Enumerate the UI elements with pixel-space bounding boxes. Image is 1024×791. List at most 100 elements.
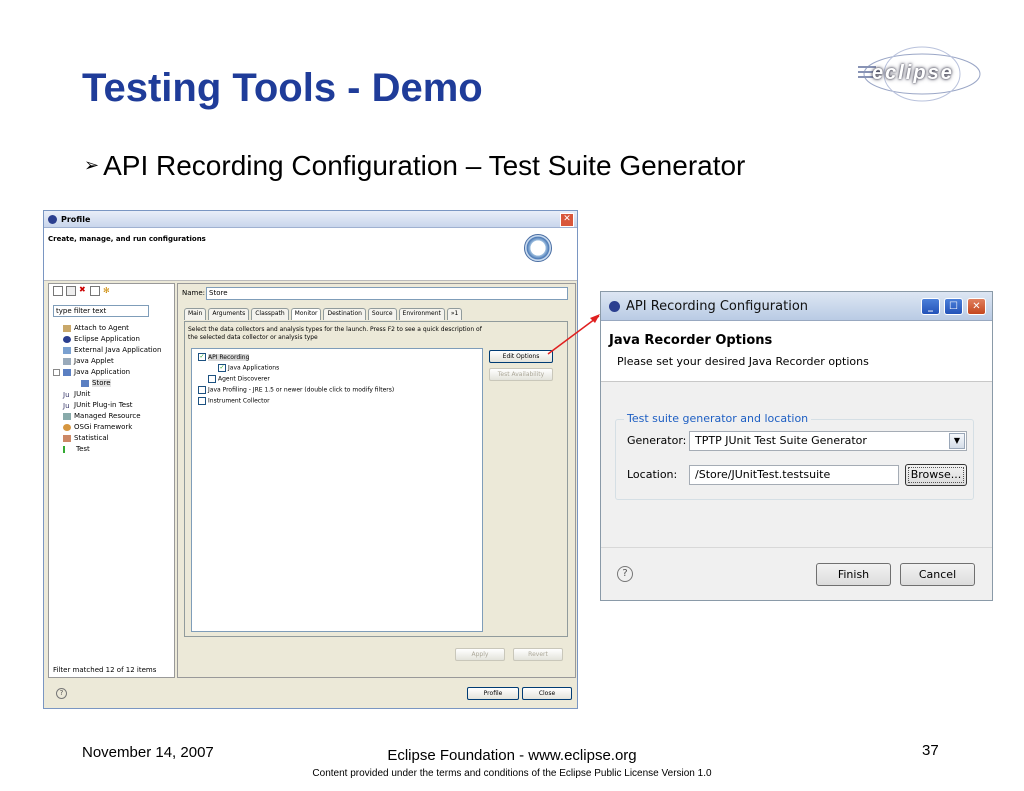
minimize-icon[interactable]: _	[921, 298, 940, 315]
maximize-icon[interactable]: ☐	[944, 298, 963, 315]
tab-overflow[interactable]: »1	[446, 308, 463, 320]
filter-icon[interactable]: ✻	[103, 286, 111, 295]
checkbox-checked[interactable]: ✓	[198, 353, 206, 361]
eclipse-icon	[609, 300, 620, 312]
agent-icon	[63, 324, 71, 332]
stopwatch-icon	[524, 234, 552, 262]
managed-resource-icon	[63, 412, 71, 420]
slide-title: Testing Tools - Demo	[82, 66, 483, 110]
collapse-all-icon[interactable]	[90, 286, 100, 296]
connector-arrowhead	[590, 314, 600, 323]
tab-environment[interactable]: Environment	[398, 308, 445, 320]
profile-dialog: Profile ✕ Create, manage, and run config…	[43, 210, 578, 709]
external-app-icon	[63, 346, 71, 354]
edit-options-button[interactable]: Edit Options	[489, 350, 553, 363]
api-header: Java Recorder Options Please set your de…	[601, 321, 992, 382]
name-input[interactable]: Store	[206, 287, 568, 300]
tree-item[interactable]: Test	[63, 445, 90, 453]
recorder-options-title: Java Recorder Options	[609, 333, 773, 348]
close-icon[interactable]: ✕	[560, 213, 574, 227]
tab-arguments[interactable]: Arguments	[208, 308, 250, 320]
close-icon[interactable]: ✕	[967, 298, 986, 315]
tab-monitor[interactable]: Monitor	[290, 308, 322, 320]
help-icon[interactable]: ?	[56, 688, 67, 699]
generator-group: Test suite generator and location Genera…	[615, 412, 974, 500]
eclipse-logo: eclipse	[856, 40, 986, 110]
analysis-tree: ✓ API Recording ✓ Java Applications Agent …	[191, 348, 483, 632]
profile-header: Create, manage, and run configurations	[44, 228, 577, 281]
footer-center: Eclipse Foundation - www.eclipse.org	[387, 747, 637, 764]
finish-button[interactable]: Finish	[816, 563, 891, 586]
duplicate-icon[interactable]	[66, 286, 76, 296]
analysis-item-java-profiling[interactable]: Java Profiling - JRE 1.5 or newer (doubl…	[198, 386, 394, 394]
analysis-item-java-applications[interactable]: ✓ Java Applications	[218, 364, 279, 372]
tab-description: Select the data collectors and analysis …	[188, 326, 482, 341]
profile-header-text: Create, manage, and run configurations	[48, 235, 206, 243]
junit-plugin-icon: Ju	[63, 401, 70, 410]
test-availability-button[interactable]: Test Availability	[489, 368, 553, 381]
tree-item-store[interactable]: Store	[81, 379, 111, 387]
profile-titlebar: Profile	[44, 211, 577, 228]
close-button[interactable]: Close	[522, 687, 572, 700]
tree-item[interactable]: External Java Application	[63, 346, 161, 354]
filter-status: Filter matched 12 of 12 items	[53, 666, 157, 674]
location-label: Location:	[627, 468, 678, 481]
configuration-tree-pane: ✖ ✻ type filter text Attach to Agent Ecl…	[48, 283, 175, 678]
tab-main[interactable]: Main	[184, 308, 207, 320]
tree-item[interactable]: Java Applet	[63, 357, 114, 365]
eclipse-icon	[48, 214, 57, 224]
tree-item[interactable]: Ju JUnit	[63, 390, 90, 399]
checkbox-unchecked[interactable]	[198, 386, 206, 394]
junit-icon: Ju	[63, 390, 70, 399]
tree-item[interactable]: Attach to Agent	[63, 324, 129, 332]
test-icon	[63, 445, 73, 453]
tree-item[interactable]: Eclipse Application	[63, 335, 140, 343]
generator-value: TPTP JUnit Test Suite Generator	[695, 434, 867, 447]
generator-label: Generator:	[627, 434, 687, 447]
analysis-item-instrument-collector[interactable]: Instrument Collector	[198, 397, 270, 405]
cancel-button[interactable]: Cancel	[900, 563, 975, 586]
bullet-arrow-icon: ➢	[84, 155, 100, 175]
profile-title: Profile	[61, 214, 91, 224]
help-icon[interactable]: ?	[617, 566, 633, 582]
tree-item[interactable]: OSGi Framework	[63, 423, 132, 431]
filter-input[interactable]: type filter text	[53, 305, 149, 317]
tree-item[interactable]: Java Application	[53, 368, 130, 376]
tab-classpath[interactable]: Classpath	[251, 308, 289, 320]
analysis-item-agent-discoverer[interactable]: Agent Discoverer	[208, 375, 270, 383]
eclipse-icon	[63, 335, 71, 343]
new-config-icon[interactable]	[53, 286, 63, 296]
tab-bar: Main Arguments Classpath Monitor Destina…	[184, 308, 568, 320]
bullet-point: ➢ API Recording Configuration – Test Suit…	[84, 150, 745, 182]
page-number: 37	[922, 742, 939, 759]
browse-button[interactable]: Browse...	[905, 464, 967, 486]
tree-item[interactable]: Managed Resource	[63, 412, 141, 420]
api-dialog-title: API Recording Configuration	[626, 298, 809, 314]
recorder-options-subtitle: Please set your desired Java Recorder op…	[617, 355, 869, 368]
statistical-icon	[63, 434, 71, 442]
revert-button[interactable]: Revert	[513, 648, 563, 661]
checkbox-checked[interactable]: ✓	[218, 364, 226, 372]
checkbox-unchecked[interactable]	[198, 397, 206, 405]
tab-destination[interactable]: Destination	[323, 308, 366, 320]
group-legend: Test suite generator and location	[624, 412, 812, 425]
tree-toolbar: ✖ ✻	[49, 284, 174, 302]
tab-source[interactable]: Source	[367, 308, 397, 320]
generator-select[interactable]: TPTP JUnit Test Suite Generator ▼	[689, 431, 967, 451]
delete-icon[interactable]: ✖	[79, 286, 87, 294]
tree-item[interactable]: Ju JUnit Plug-in Test	[63, 401, 133, 410]
analysis-item-api-recording[interactable]: ✓ API Recording	[198, 353, 250, 361]
name-label: Name:	[182, 289, 206, 297]
api-recording-dialog: API Recording Configuration _ ☐ ✕ Java R…	[600, 291, 993, 601]
monitor-tab-body: Select the data collectors and analysis …	[184, 321, 568, 637]
bullet-text: API Recording Configuration – Test Suite…	[103, 150, 746, 181]
profile-button[interactable]: Profile	[467, 687, 519, 700]
location-input[interactable]: /Store/JUnitTest.testsuite	[689, 465, 899, 485]
footer-license: Content provided under the terms and con…	[312, 768, 712, 779]
config-icon	[81, 379, 89, 387]
apply-button[interactable]: Apply	[455, 648, 505, 661]
applet-icon	[63, 357, 71, 365]
tree-item[interactable]: Statistical	[63, 434, 109, 442]
chevron-down-icon[interactable]: ▼	[949, 433, 965, 449]
checkbox-unchecked[interactable]	[208, 375, 216, 383]
